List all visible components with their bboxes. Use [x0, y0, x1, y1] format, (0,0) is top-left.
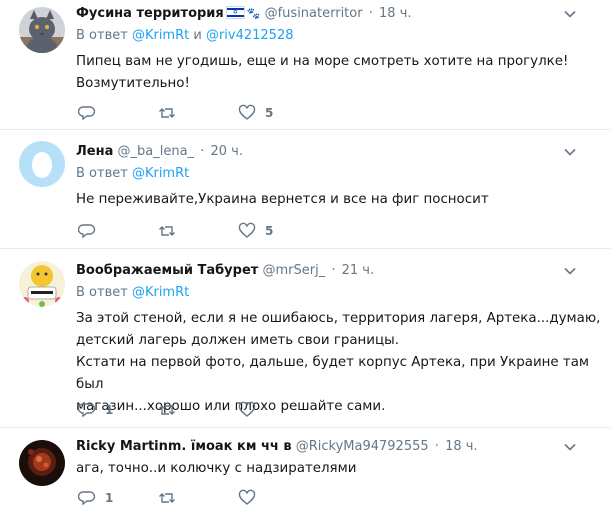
heart-icon	[238, 489, 256, 505]
paw-icon: 🐾	[246, 7, 261, 20]
author-handle[interactable]: @_ba_lena_	[118, 144, 195, 159]
dark-avatar[interactable]	[19, 440, 65, 486]
tweet-actions: 1	[76, 400, 336, 420]
reply-count: 1	[105, 403, 114, 417]
like-button[interactable]: 5	[238, 221, 273, 241]
tweet-actions: 5	[76, 221, 336, 241]
like-count: 5	[265, 224, 274, 238]
retweet-button[interactable]	[158, 488, 185, 508]
tweet-text: ага, точно..и колючку с надзирателями	[76, 461, 357, 476]
reply-icon	[78, 403, 96, 418]
reply-icon	[78, 224, 96, 239]
tweet[interactable]: Фусина территория ✡ 🐾 @fusinaterritor · 18…	[0, 0, 611, 130]
timestamp[interactable]: 18 ч.	[379, 6, 412, 21]
reply-button[interactable]: 1	[78, 488, 113, 508]
like-button[interactable]: 5	[238, 103, 273, 123]
tweet-header: Ricky Martinm. їмоак км чч в @RickyMa947…	[76, 438, 601, 456]
chevron-down-icon[interactable]	[563, 440, 577, 454]
tweet-header: Фусина территория ✡ 🐾 @fusinaterritor · 18…	[76, 5, 601, 23]
cartoon-avatar[interactable]	[19, 261, 65, 307]
tweet[interactable]: Лена @_ba_lena_ · 20 ч. В ответ @KrimRt …	[0, 131, 611, 249]
israel-flag-icon: ✡	[225, 6, 245, 19]
like-count: 5	[265, 106, 274, 120]
tweet-actions: 5	[76, 103, 336, 123]
like-button[interactable]	[238, 488, 265, 508]
reply-context: В ответ @KrimRt	[76, 166, 190, 181]
mention-link[interactable]: @riv4212528	[206, 28, 294, 43]
heart-icon	[238, 401, 256, 417]
chevron-down-icon[interactable]	[563, 7, 577, 21]
retweet-button[interactable]	[158, 400, 185, 420]
tweet-actions: 1	[76, 488, 336, 508]
retweet-icon	[159, 493, 175, 503]
chevron-down-icon[interactable]	[563, 264, 577, 278]
heart-icon	[238, 222, 256, 238]
reply-icon	[78, 491, 96, 506]
retweet-icon	[159, 226, 175, 236]
mention-link[interactable]: @KrimRt	[132, 285, 189, 300]
tweet-text: Пипец вам не угодишь, еще и на море смот…	[76, 54, 569, 91]
like-button[interactable]	[238, 400, 265, 420]
tweet-header: Воображаемый Табурет @mrSerj_ · 21 ч.	[76, 262, 601, 280]
timestamp[interactable]: 20 ч.	[210, 144, 243, 159]
retweet-button[interactable]	[158, 221, 185, 241]
tweet-header: Лена @_ba_lena_ · 20 ч.	[76, 143, 601, 161]
author-name[interactable]: Воображаемый Табурет	[76, 263, 258, 278]
author-name[interactable]: Фусина территория	[76, 6, 224, 21]
retweet-icon	[159, 108, 175, 118]
reply-context: В ответ @KrimRt	[76, 285, 190, 300]
tweet[interactable]: Ricky Martinm. їмоак км чч в @RickyMa947…	[0, 429, 611, 514]
reply-button[interactable]: 1	[78, 400, 113, 420]
heart-icon	[238, 104, 256, 120]
default-egg-avatar[interactable]	[19, 141, 65, 187]
author-handle[interactable]: @RickyMa94792555	[296, 439, 429, 454]
retweet-button[interactable]	[158, 103, 185, 123]
timestamp[interactable]: 18 ч.	[445, 439, 478, 454]
reply-context: В ответ @KrimRt и @riv4212528	[76, 28, 294, 43]
author-handle[interactable]: @mrSerj_	[262, 263, 325, 278]
author-name[interactable]: Ricky Martinm. їмоак км чч в	[76, 439, 292, 454]
reply-count: 1	[105, 491, 114, 505]
timestamp[interactable]: 21 ч.	[342, 263, 375, 278]
tweet-text: Не переживайте,Украина вернется и все на…	[76, 192, 489, 207]
chevron-down-icon[interactable]	[563, 145, 577, 159]
author-name[interactable]: Лена	[76, 144, 113, 159]
reply-icon	[78, 106, 96, 121]
reply-button[interactable]	[78, 221, 105, 241]
retweet-icon	[159, 405, 175, 415]
tweet[interactable]: Воображаемый Табурет @mrSerj_ · 21 ч. В …	[0, 250, 611, 428]
mention-link[interactable]: @KrimRt	[132, 28, 189, 43]
author-handle[interactable]: @fusinaterritor	[265, 6, 363, 21]
reply-button[interactable]	[78, 103, 105, 123]
mention-link[interactable]: @KrimRt	[132, 166, 189, 181]
cat-avatar[interactable]	[19, 7, 65, 53]
